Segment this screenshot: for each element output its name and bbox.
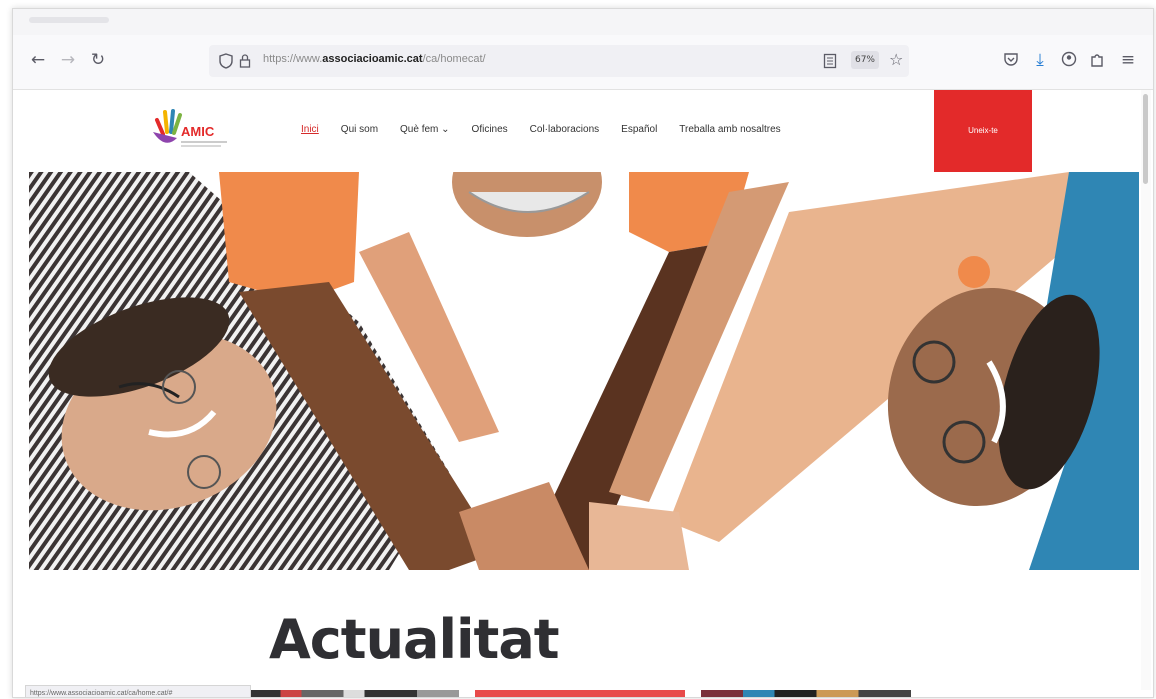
scrollbar-thumb[interactable] <box>1143 94 1148 184</box>
page-scrollbar[interactable] <box>1141 90 1151 690</box>
nav-item-qui-som[interactable]: Qui som <box>341 124 378 135</box>
reader-icon[interactable] <box>823 53 837 69</box>
lock-icon[interactable] <box>239 53 251 69</box>
back-icon[interactable]: ← <box>27 49 49 71</box>
browser-toolbar: ← → ↻ https://www.associacioamic.cat/ca/… <box>13 35 1153 90</box>
account-icon[interactable] <box>1061 51 1077 67</box>
amic-logo[interactable]: AMIC <box>147 106 233 154</box>
star-icon[interactable]: ☆ <box>889 50 903 69</box>
download-icon[interactable]: ⤓ <box>1029 49 1051 71</box>
nav-item-que-fem[interactable]: Què fem ⌄ <box>400 124 450 135</box>
nav-item-inici[interactable]: Inici <box>301 124 319 135</box>
url-path: /ca/homecat/ <box>422 53 486 65</box>
zoom-level[interactable]: 67% <box>851 51 879 69</box>
news-card-2[interactable] <box>475 690 685 697</box>
news-card-1[interactable] <box>249 690 459 697</box>
extensions-icon[interactable] <box>1089 50 1105 68</box>
nav-item-espanol[interactable]: Español <box>621 124 657 135</box>
nav-item-collaboracions[interactable]: Col·laboracions <box>530 124 599 135</box>
status-link-preview: https://www.associacioamic.cat/ca/home.c… <box>25 685 251 697</box>
url-text[interactable]: https://www.associacioamic.cat/ca/homeca… <box>263 53 486 65</box>
url-bar[interactable]: https://www.associacioamic.cat/ca/homeca… <box>209 45 909 77</box>
browser-window: ← → ↻ https://www.associacioamic.cat/ca/… <box>12 8 1154 698</box>
pocket-icon[interactable] <box>1003 51 1019 67</box>
nav-item-treballa[interactable]: Treballa amb nosaltres <box>679 124 780 135</box>
nav-item-oficines[interactable]: Oficines <box>472 124 508 135</box>
url-prefix: https://www. <box>263 53 323 65</box>
shield-icon[interactable] <box>219 53 233 69</box>
join-button[interactable]: Uneix-te <box>934 90 1032 172</box>
url-domain: associacioamic.cat <box>322 53 423 65</box>
main-nav: Inici Qui som Què fem ⌄ Oficines Col·lab… <box>301 124 803 135</box>
tab-strip <box>13 9 1153 35</box>
hero-image <box>29 172 1139 570</box>
reload-icon[interactable]: ↻ <box>87 49 109 71</box>
tab[interactable] <box>29 17 109 23</box>
menu-icon[interactable]: ≡ <box>1117 49 1139 71</box>
web-page: AMIC Inici Qui som Què fem ⌄ Oficines Co… <box>29 90 1139 697</box>
news-card-3[interactable] <box>701 690 911 697</box>
forward-icon[interactable]: → <box>57 49 79 71</box>
logo-wordmark: AMIC <box>181 124 215 139</box>
section-title: Actualitat <box>269 608 560 671</box>
